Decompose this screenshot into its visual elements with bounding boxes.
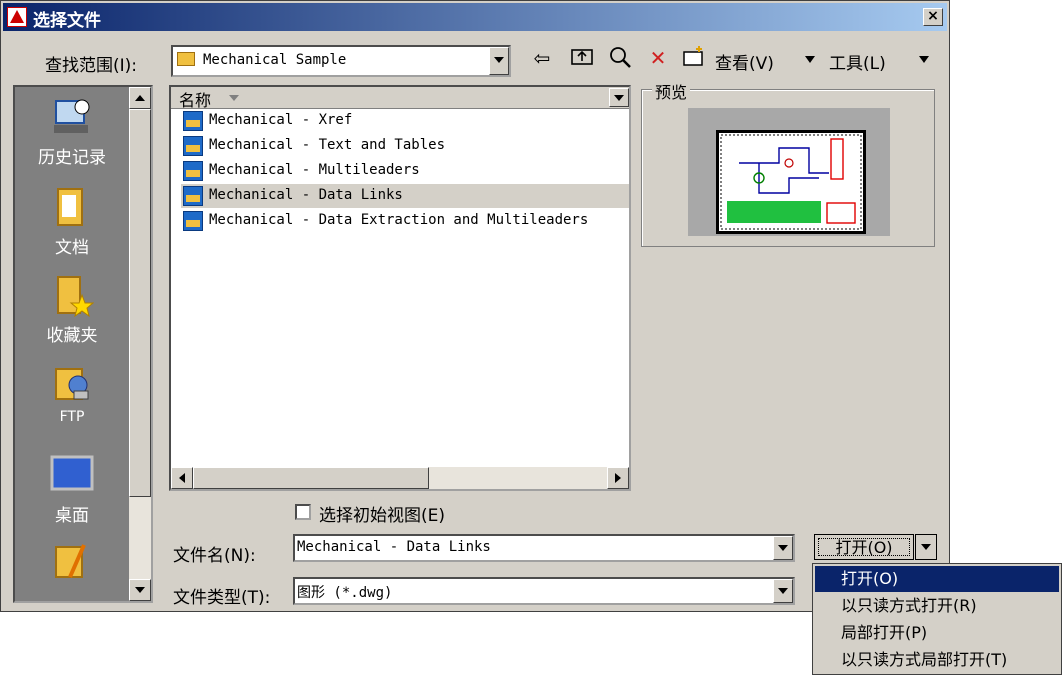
dwg-file-icon (183, 211, 203, 231)
close-button[interactable]: × (923, 8, 943, 26)
filename-input[interactable]: Mechanical - Data Links (293, 534, 795, 562)
list-item[interactable]: Mechanical - Text and Tables (181, 134, 629, 158)
drawing-preview (716, 130, 866, 234)
window-title: 选择文件 (33, 11, 101, 31)
lookin-value: Mechanical Sample (203, 52, 347, 68)
documents-icon (50, 187, 94, 229)
preview-thumbnail (688, 108, 890, 236)
scroll-up-button[interactable] (129, 87, 151, 109)
initial-view-checkbox[interactable] (295, 504, 311, 520)
filename-label: 文件名(N): (173, 546, 256, 566)
scroll-left-button[interactable] (171, 467, 193, 489)
favorites-icon (50, 275, 95, 318)
place-documents[interactable]: 文档 (15, 187, 129, 258)
tools-menu[interactable]: 工具(L) (829, 49, 886, 74)
lookin-dropdown[interactable]: Mechanical Sample (171, 45, 511, 77)
list-header: 名称 (171, 87, 629, 111)
desktop-icon (50, 455, 94, 497)
filetype-dropdown[interactable]: 图形 (*.dwg) (293, 577, 795, 605)
file-list[interactable]: 名称 Mechanical - Xref Mechanical - Text a… (169, 85, 631, 491)
lookin-label: 查找范围(I): (45, 56, 138, 76)
list-scroll-thumb[interactable] (193, 467, 429, 489)
views-menu[interactable]: 查看(V) (715, 49, 774, 74)
filename-value: Mechanical - Data Links (297, 539, 491, 555)
menu-item-open[interactable]: 打开(O) (815, 566, 1059, 592)
place-history[interactable]: 历史记录 (15, 97, 129, 168)
open-button[interactable]: 打开(O) (814, 534, 914, 560)
place-favorites[interactable]: 收藏夹 (15, 275, 129, 346)
delete-icon[interactable]: ✕ (645, 45, 671, 71)
open-options-menu: 打开(O) 以只读方式打开(R) 局部打开(P) 以只读方式局部打开(T) (812, 563, 1062, 675)
lookin-dropdown-button[interactable] (489, 47, 509, 75)
menu-item-open-readonly[interactable]: 以只读方式打开(R) (815, 593, 1059, 619)
menu-item-partial-open-readonly[interactable]: 以只读方式局部打开(T) (815, 647, 1059, 673)
list-item[interactable]: Mechanical - Data Extraction and Multile… (181, 209, 629, 233)
new-folder-icon[interactable] (681, 45, 707, 71)
views-dropdown-icon[interactable] (805, 56, 815, 63)
place-buzzsaw[interactable] (15, 541, 129, 587)
list-horizontal-scrollbar[interactable] (171, 467, 629, 489)
history-icon (50, 97, 94, 139)
up-folder-icon[interactable] (569, 45, 595, 71)
header-dropdown-button[interactable] (609, 88, 629, 107)
list-item-selected[interactable]: Mechanical - Data Links (181, 184, 629, 208)
filename-dropdown-button[interactable] (773, 536, 793, 560)
scroll-down-button[interactable] (129, 579, 151, 601)
title-bar[interactable]: 选择文件 × (3, 3, 947, 31)
select-file-dialog: 选择文件 × 查找范围(I): Mechanical Sample ⇦ ✕ 查看… (0, 0, 950, 612)
places-scrollbar[interactable] (129, 87, 151, 601)
scroll-right-button[interactable] (607, 467, 629, 489)
list-item[interactable]: Mechanical - Multileaders (181, 159, 629, 183)
dwg-file-icon (183, 161, 203, 181)
sort-arrow-icon (229, 95, 239, 101)
open-dropdown-button[interactable] (915, 534, 937, 560)
list-item[interactable]: Mechanical - Xref (181, 109, 629, 133)
search-web-icon[interactable] (607, 45, 633, 71)
places-bar: 历史记录 文档 收藏夹 FTP 桌面 (13, 85, 153, 603)
preview-panel: 预览 (641, 79, 935, 247)
dwg-file-icon (183, 111, 203, 131)
filetype-dropdown-button[interactable] (773, 579, 793, 603)
filetype-value: 图形 (*.dwg) (297, 585, 393, 601)
menu-item-partial-open[interactable]: 局部打开(P) (815, 620, 1059, 646)
dwg-file-icon (183, 186, 203, 206)
initial-view-label: 选择初始视图(E) (319, 506, 446, 526)
back-arrow-icon[interactable]: ⇦ (529, 45, 555, 71)
preview-label: 预览 (652, 79, 691, 103)
places-scroll-thumb[interactable] (129, 109, 151, 497)
filetype-label: 文件类型(T): (173, 588, 271, 608)
buzzsaw-icon (50, 541, 94, 583)
place-desktop[interactable]: 桌面 (15, 455, 129, 526)
place-ftp[interactable]: FTP (15, 363, 129, 425)
ftp-icon (50, 363, 94, 405)
folder-icon (177, 52, 195, 66)
column-name-header[interactable]: 名称 (179, 87, 211, 111)
dwg-file-icon (183, 136, 203, 156)
autocad-logo-icon (7, 7, 27, 27)
tools-dropdown-icon[interactable] (919, 56, 929, 63)
